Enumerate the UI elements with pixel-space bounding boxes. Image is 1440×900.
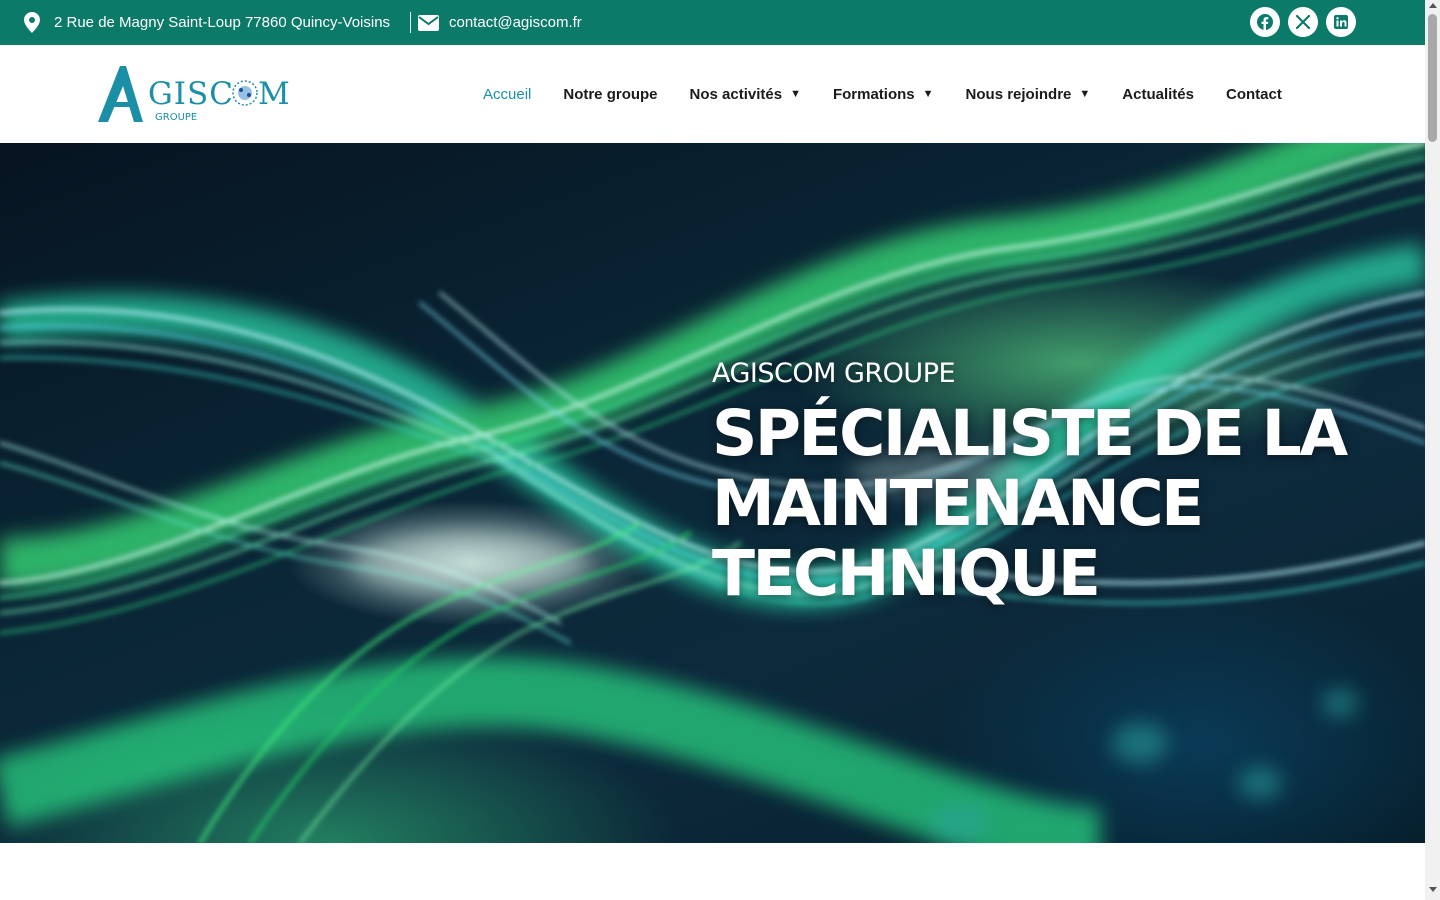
nav-label: Actualités (1122, 85, 1194, 103)
nav-label: Nos activités (689, 85, 783, 103)
logo-subtitle: GROUPE (155, 112, 197, 123)
svg-text:M: M (258, 76, 290, 112)
address-text: 2 Rue de Magny Saint-Loup 77860 Quincy-V… (54, 14, 391, 31)
caret-down-icon: ▼ (922, 88, 934, 100)
social-links (1250, 7, 1356, 37)
scrollbar-thumb[interactable] (1428, 14, 1437, 142)
facebook-icon[interactable] (1250, 7, 1280, 37)
nav-item-nous-rejoindre[interactable]: Nous rejoindre ▼ (966, 86, 1091, 103)
nav-item-actualites[interactable]: Actualités (1122, 86, 1194, 103)
nav-item-contact[interactable]: Contact (1226, 86, 1282, 103)
nav-label: Notre groupe (563, 85, 658, 103)
hero-text-block: AGISCOM GROUPE SPÉCIALISTE DE LA MAINTEN… (712, 358, 1348, 610)
page-scrollbar[interactable] (1425, 0, 1440, 900)
email-link[interactable]: contact@agiscom.fr (449, 14, 582, 31)
caret-down-icon: ▼ (1079, 88, 1091, 100)
scroll-up-arrow-icon[interactable] (1429, 3, 1437, 8)
hero-subtitle: AGISCOM GROUPE (712, 358, 956, 389)
nav-item-notre-groupe[interactable]: Notre groupe (563, 86, 657, 103)
hero-banner: AGISCOM GROUPE SPÉCIALISTE DE LA MAINTEN… (0, 143, 1425, 843)
nav-label: Contact (1226, 85, 1282, 103)
nav-item-nos-activites[interactable]: Nos activités ▼ (690, 86, 801, 103)
main-header: GISC M GROUPE Accueil Notre groupe Nos a… (0, 45, 1425, 143)
nav-label: Formations (832, 85, 915, 103)
top-info-bar: 2 Rue de Magny Saint-Loup 77860 Quincy-V… (0, 0, 1425, 45)
topbar-divider (410, 12, 411, 33)
x-twitter-icon[interactable] (1288, 7, 1318, 37)
address-block: 2 Rue de Magny Saint-Loup 77860 Quincy-V… (24, 0, 390, 45)
agiscom-logo[interactable]: GISC M GROUPE (98, 64, 294, 124)
logo-wordmark: GISC (148, 76, 234, 112)
nav-item-formations[interactable]: Formations ▼ (833, 86, 934, 103)
hero-title: SPÉCIALISTE DE LA MAINTENANCE TECHNIQUE (712, 397, 1348, 610)
caret-down-icon: ▼ (790, 88, 801, 100)
main-navigation: Accueil Notre groupe Nos activités ▼ For… (483, 45, 1282, 143)
scroll-down-arrow-icon[interactable] (1429, 887, 1437, 892)
nav-label: Accueil (483, 85, 532, 103)
map-pin-icon (24, 12, 40, 33)
hero-title-line: TECHNIQUE (712, 537, 1101, 610)
email-block[interactable]: contact@agiscom.fr (418, 0, 582, 45)
nav-label: Nous rejoindre (965, 85, 1072, 103)
hero-title-line: SPÉCIALISTE DE LA (712, 397, 1348, 470)
linkedin-icon[interactable] (1326, 7, 1356, 37)
envelope-icon (418, 14, 439, 31)
hero-title-line: MAINTENANCE (712, 467, 1204, 540)
nav-item-accueil[interactable]: Accueil (483, 86, 531, 103)
